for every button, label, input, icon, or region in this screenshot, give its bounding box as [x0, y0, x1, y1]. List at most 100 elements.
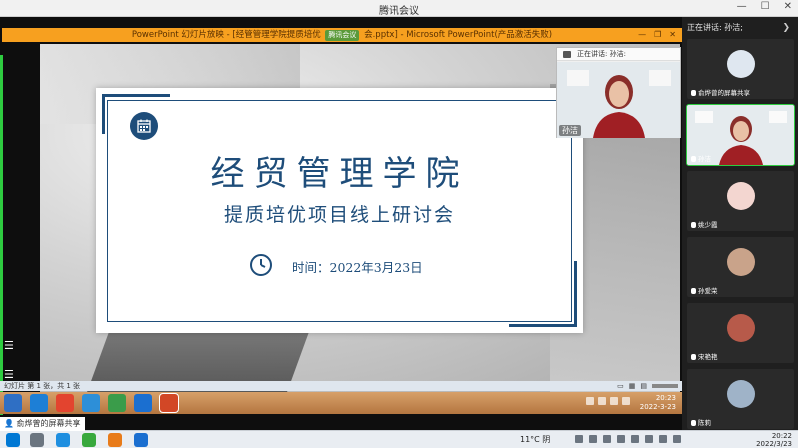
mic-icon [691, 222, 696, 228]
view-reading-icon[interactable]: ▤ [640, 381, 647, 391]
maximize-button[interactable]: ☐ [761, 1, 770, 12]
speaker-icon [563, 51, 571, 58]
tencent-meeting-icon[interactable] [134, 394, 152, 412]
speaker-name: 孙洁 [559, 125, 581, 136]
participant-name: 孙爱荣 [691, 285, 718, 295]
system-tray [575, 435, 681, 443]
meeting-title: 腾讯会议 [379, 6, 419, 17]
tray-icon[interactable] [659, 435, 667, 443]
participant-tile[interactable]: 陈莉 [687, 369, 794, 429]
ppt-close-button[interactable]: ✕ [669, 28, 676, 42]
ppt-restore-button[interactable]: ❐ [654, 28, 661, 42]
status-controls: ▭ ▦ ▤ [617, 381, 678, 391]
collapse-icon[interactable]: ❯ [782, 17, 790, 39]
tray-icon[interactable] [622, 397, 630, 405]
slide-card: 经贸管理学院 提质培优项目线上研讨会 时间：2022年3月23日 [96, 88, 583, 333]
meeting-titlebar: 腾讯会议 — ☐ ✕ [0, 0, 798, 17]
slideshow-tools: ☰ ☰ [4, 339, 14, 381]
tray-icon[interactable] [645, 435, 653, 443]
tray-icon[interactable] [603, 435, 611, 443]
speaking-label: 正在讲话: 孙洁: [577, 50, 626, 58]
local-taskbar: 👤 俞烨曾的屏幕共享 11°C 阴 20:22 2022/3/23 [0, 417, 798, 448]
share-chip[interactable]: 腾讯会议 [325, 30, 360, 41]
speaker-video-window[interactable]: 正在讲话: 孙洁: 孙洁 [556, 47, 681, 138]
windows-start-icon[interactable] [4, 394, 22, 412]
avatar [727, 314, 755, 342]
participant-tile[interactable]: 俞烨曾的屏幕共享 [687, 39, 794, 99]
close-button[interactable]: ✕ [784, 1, 792, 12]
remote-date: 2022-3-23 [639, 403, 676, 411]
meeting-window-controls: — ☐ ✕ [737, 1, 792, 12]
sharing-indicator [0, 55, 3, 415]
browser-icon[interactable] [108, 394, 126, 412]
tray-icon[interactable] [575, 435, 583, 443]
local-date: 2022/3/23 [756, 440, 792, 448]
avatar [727, 380, 755, 408]
participants-header: 正在讲话: 孙洁; ❯ [682, 17, 798, 39]
local-time: 20:22 [771, 432, 792, 440]
participants-panel: 正在讲话: 孙洁; ❯ 俞烨曾的屏幕共享 孙洁 姚少霞 孙爱荣 宋艳艳 陈莉 [682, 17, 798, 430]
tray-icon[interactable] [617, 435, 625, 443]
local-clock[interactable]: 20:22 2022/3/23 [756, 432, 792, 448]
powerpoint-icon[interactable] [159, 393, 179, 413]
frame-corner-accent [102, 94, 170, 97]
slide-subtitle: 提质培优项目线上研讨会 [223, 204, 455, 226]
participant-name: 孙洁 [691, 153, 711, 163]
windows-start-icon[interactable] [6, 433, 20, 447]
remote-taskbar: 20:23 2022-3-23 [0, 392, 682, 414]
ppt-title-prefix: PowerPoint 幻灯片放映 - [经管管理学院提质培优 [131, 30, 321, 40]
participant-tile[interactable]: 孙爱荣 [687, 237, 794, 297]
participant-name: 姚少霞 [691, 219, 718, 229]
avatar [727, 182, 755, 210]
ie-browser-icon[interactable] [30, 394, 48, 412]
tray-icon[interactable] [598, 397, 606, 405]
tray-icon[interactable] [673, 435, 681, 443]
tencent-meeting-icon[interactable] [134, 433, 148, 447]
tray-icon[interactable] [631, 435, 639, 443]
weather-widget[interactable]: 11°C 阴 [520, 434, 550, 445]
mic-icon [691, 354, 696, 360]
share-note-text: 俞烨曾的屏幕共享 [16, 419, 81, 428]
tray-icon[interactable] [610, 397, 618, 405]
speaker-video: 孙洁 [557, 62, 680, 138]
speaking-now-label: 正在讲话: 孙洁; [687, 23, 743, 32]
participant-tile[interactable]: 姚少霞 [687, 171, 794, 231]
task-view-icon[interactable] [30, 433, 44, 447]
tray-icon[interactable] [586, 397, 594, 405]
avatar [727, 248, 755, 276]
chrome-icon[interactable] [56, 394, 74, 412]
ppt-title-suffix: 会.pptx] - Microsoft PowerPoint(产品激活失败) [364, 30, 553, 40]
participant-name: 宋艳艳 [691, 351, 718, 361]
clock-icon [250, 254, 272, 276]
slide-count: 幻灯片 第 1 张，共 1 张 [4, 382, 81, 390]
edge-icon[interactable] [56, 433, 70, 447]
ppt-status-bar: 幻灯片 第 1 张，共 1 张 ▭ ▦ ▤ [0, 381, 682, 391]
frame-corner-accent [102, 94, 105, 134]
mic-icon [691, 420, 696, 426]
minimize-button[interactable]: — [737, 1, 747, 12]
sogou-icon[interactable] [82, 394, 100, 412]
calendar-icon [130, 112, 158, 140]
mic-icon [691, 288, 696, 294]
slideshow-menu-icon[interactable]: ☰ [4, 368, 14, 381]
frame-corner-accent [509, 324, 577, 327]
remote-clock: 20:23 2022-3-23 [640, 394, 676, 412]
app-icon[interactable] [108, 433, 122, 447]
slideshow-menu-icon[interactable]: ☰ [4, 339, 14, 352]
slide-date: 时间：2022年3月23日 [292, 260, 423, 275]
avatar [727, 50, 755, 78]
view-normal-icon[interactable]: ▭ [617, 381, 624, 391]
view-sorter-icon[interactable]: ▦ [629, 381, 636, 391]
screen-share-notice: 👤 俞烨曾的屏幕共享 [0, 417, 85, 431]
remote-time: 20:23 [655, 394, 676, 402]
tray-icon[interactable] [589, 435, 597, 443]
remote-tray-icons [586, 397, 630, 405]
participant-name: 陈莉 [691, 417, 711, 427]
participant-tile[interactable]: 宋艳艳 [687, 303, 794, 363]
mic-icon [691, 156, 696, 162]
browser-icon[interactable] [82, 433, 96, 447]
mic-icon [691, 90, 696, 96]
participant-tile[interactable]: 孙洁 [686, 104, 795, 166]
ppt-minimize-button[interactable]: — [638, 28, 646, 42]
zoom-slider[interactable] [652, 384, 678, 388]
